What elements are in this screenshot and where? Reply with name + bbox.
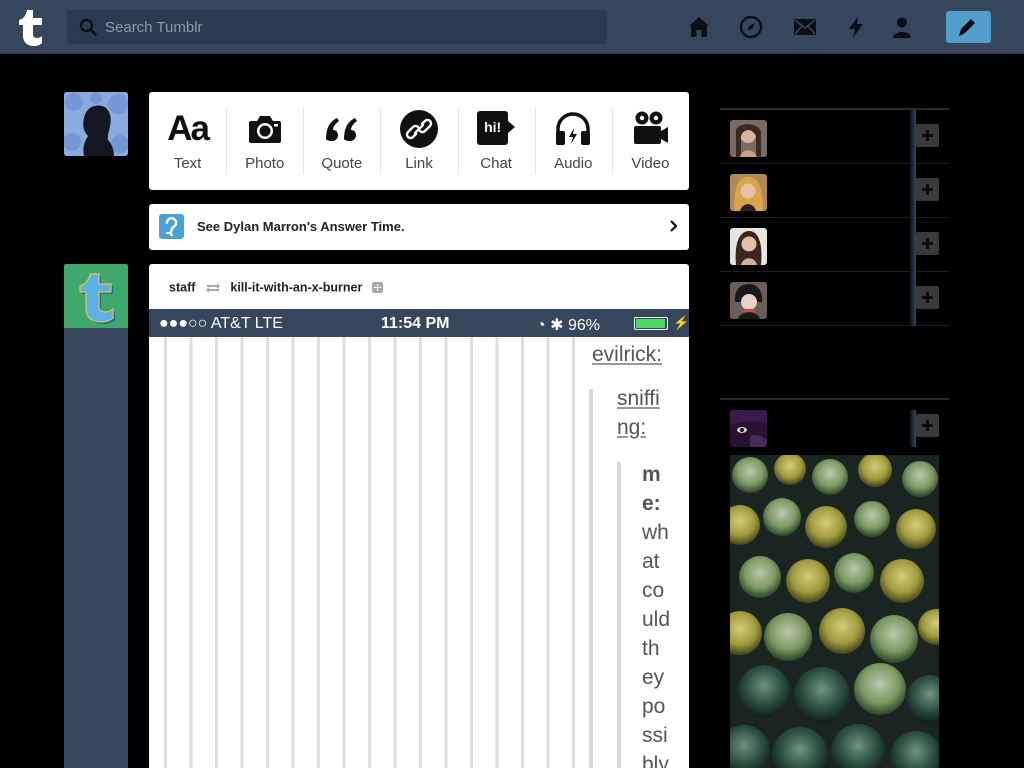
post-type-chat-button[interactable]: hi! Chat: [457, 92, 535, 190]
post-type-label: Link: [405, 155, 433, 172]
quote-word: po: [642, 695, 666, 718]
link-icon: [399, 110, 438, 148]
radar-section: [720, 400, 949, 768]
top-navigation-bar: [0, 0, 1024, 54]
messages-icon[interactable]: [792, 14, 818, 40]
account-icon[interactable]: [889, 14, 915, 40]
charging-icon: ⚡: [673, 315, 689, 330]
quote-username: ng:: [617, 416, 647, 439]
quote-word: e:: [642, 492, 661, 515]
radar-blog-avatar[interactable]: [730, 410, 767, 447]
banner-text: See Dylan Marron's Answer Time.: [197, 219, 405, 234]
quote-word: m: [642, 463, 661, 486]
follow-plus-icon[interactable]: [371, 282, 383, 294]
quote-word: bly: [642, 753, 669, 768]
recommended-blog-row[interactable]: [720, 272, 949, 326]
phone-status-bar: ●●●○○ AT&T LTE 11:54 PM ◔ ✱ 96% ⚡: [149, 309, 689, 337]
post-type-label: Audio: [554, 155, 593, 172]
post-type-photo-button[interactable]: Photo: [226, 92, 303, 190]
post-type-label: Video: [631, 155, 670, 172]
chat-icon: hi!: [476, 109, 516, 149]
activity-icon[interactable]: [843, 14, 869, 40]
reblog-icon: [205, 282, 220, 293]
reblogged-from-link[interactable]: kill-it-with-an-x-burner: [230, 281, 362, 295]
post-type-video-button[interactable]: Video: [611, 92, 689, 190]
recommended-blog-row[interactable]: [720, 110, 949, 164]
status-right-text: ◔ ✱ 96%: [536, 317, 600, 334]
quote-word: ey: [642, 666, 665, 689]
cactus-photo[interactable]: [730, 455, 939, 768]
recommended-blog-row[interactable]: [720, 164, 949, 218]
post-type-quote-button[interactable]: Quote: [303, 92, 380, 190]
follow-plus-button[interactable]: [916, 232, 939, 255]
pencil-icon: [959, 19, 975, 36]
user-avatar[interactable]: [64, 92, 128, 156]
post-type-audio-button[interactable]: Audio: [534, 92, 612, 190]
post-type-link-button[interactable]: Link: [380, 92, 457, 190]
quote-icon: [325, 118, 357, 141]
post-type-bar: Aa Text Photo Quote Link hi! Chat Audio …: [149, 92, 689, 190]
search-box[interactable]: [67, 10, 607, 44]
chevron-right-icon: [670, 220, 678, 232]
follow-plus-button[interactable]: [916, 286, 939, 309]
home-icon[interactable]: [686, 14, 712, 40]
tumblr-logo-icon[interactable]: [18, 8, 50, 46]
quote-word: co: [642, 579, 665, 602]
quote-border: [589, 389, 593, 768]
blog-avatar[interactable]: [730, 174, 767, 211]
post-author-link[interactable]: staff: [169, 281, 195, 295]
recommended-blog-row[interactable]: [720, 218, 949, 272]
compose-button[interactable]: [946, 11, 991, 43]
quote-username: evilrick:: [592, 343, 663, 366]
blog-avatar[interactable]: [730, 282, 767, 319]
staff-sidebar-strip: [64, 264, 128, 768]
post-type-label: Chat: [480, 155, 512, 172]
search-input[interactable]: [105, 10, 595, 44]
quote-word: at: [642, 550, 660, 573]
quote-word: ssi: [642, 724, 668, 747]
quote-word: uld: [642, 608, 671, 631]
chat-icon-text: hi!: [484, 119, 502, 135]
blog-avatar[interactable]: [730, 120, 767, 157]
post-header: staff kill-it-with-an-x-burner: [169, 280, 383, 295]
follow-plus-button[interactable]: [916, 124, 939, 147]
battery-icon: [634, 317, 668, 330]
quote-word: wh: [642, 521, 669, 544]
staff-avatar[interactable]: [64, 264, 128, 328]
explore-icon[interactable]: [738, 14, 764, 40]
headphones-icon: [556, 112, 591, 145]
text-icon: Aa: [167, 109, 210, 148]
quote-border: [617, 462, 621, 768]
follow-plus-button[interactable]: [916, 178, 939, 201]
post-type-label: Photo: [245, 155, 285, 172]
blog-avatar[interactable]: [730, 228, 767, 265]
search-icon: [79, 18, 97, 36]
post-type-text-button[interactable]: Aa Text: [149, 92, 226, 190]
post-type-label: Text: [173, 155, 202, 172]
video-camera-icon: [634, 111, 669, 144]
dashboard-post: staff kill-it-with-an-x-burner ●●●○○ AT&…: [149, 264, 689, 768]
post-type-label: Quote: [321, 155, 363, 172]
answer-time-banner[interactable]: See Dylan Marron's Answer Time.: [149, 204, 689, 250]
camera-icon: [248, 116, 281, 143]
clock-text: 11:54 PM: [381, 315, 450, 332]
carrier-text: ●●●○○ AT&T LTE: [159, 315, 283, 332]
answer-time-icon: [159, 214, 184, 239]
post-image[interactable]: ●●●○○ AT&T LTE 11:54 PM ◔ ✱ 96% ⚡ evilri…: [149, 309, 689, 768]
quote-word: th: [642, 637, 660, 660]
follow-plus-button[interactable]: [916, 414, 939, 437]
quote-username: sniffi: [617, 387, 660, 410]
